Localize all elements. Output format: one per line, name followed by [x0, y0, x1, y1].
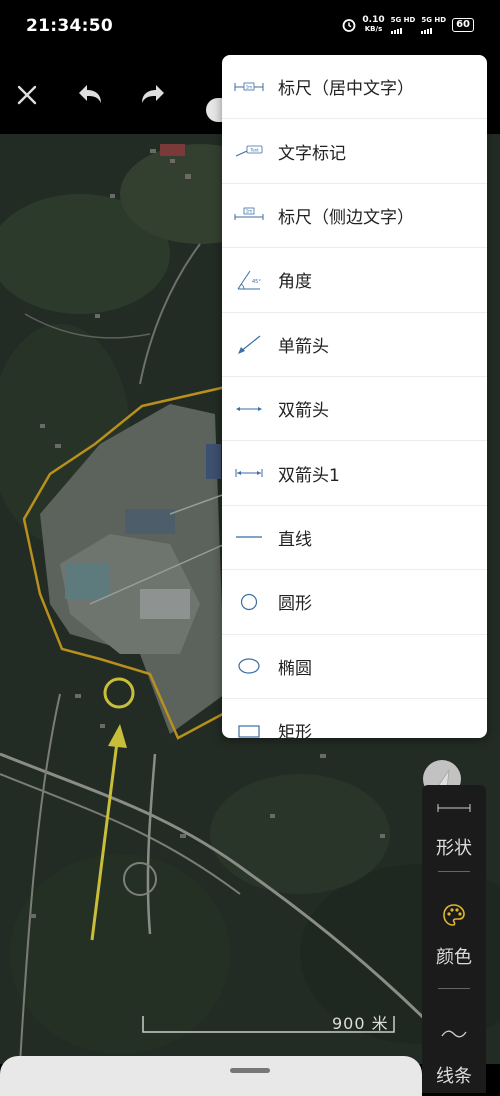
circle-icon [240, 593, 258, 610]
panel-divider [438, 988, 470, 989]
scale-text: 900 米 [332, 1014, 389, 1033]
menu-item-label: 圆形 [278, 594, 312, 615]
network-2: 5G HD [421, 16, 446, 34]
menu-item-line[interactable]: 直线 [222, 506, 487, 571]
menu-item-label: 文字标记 [278, 143, 346, 164]
network-speed: 0.10 KB/s [362, 16, 384, 34]
palette-icon [443, 904, 465, 926]
undo-icon[interactable] [75, 80, 105, 110]
text-marker-icon: Text [235, 145, 263, 157]
menu-item-ruler-side[interactable]: 1m 标尺（侧边文字） [222, 184, 487, 249]
bottom-sheet[interactable] [0, 1056, 422, 1096]
speed-value: 0.10 [362, 15, 385, 25]
ruler-side-text-icon: 1m [234, 208, 264, 221]
wave-line-icon [441, 1030, 467, 1038]
speed-unit: KB/s [364, 25, 383, 33]
svg-text:Text: Text [249, 147, 259, 152]
color-tab[interactable]: 颜色 [422, 903, 486, 969]
color-label: 颜色 [436, 947, 472, 968]
svg-text:1m: 1m [246, 84, 253, 89]
line-tab[interactable]: 线条 [422, 1025, 486, 1088]
double-arrow-1-icon [235, 469, 263, 478]
menu-item-double-arrow[interactable]: 双箭头 [222, 377, 487, 442]
menu-item-angle[interactable]: 45° 角度 [222, 248, 487, 313]
menu-item-label: 标尺（侧边文字） [278, 207, 414, 228]
menu-item-text-marker[interactable]: Text 文字标记 [222, 119, 487, 184]
menu-item-label: 矩形 [278, 723, 312, 738]
double-arrow-icon [236, 406, 262, 411]
single-arrow-icon [238, 335, 261, 355]
panel-divider [438, 871, 470, 872]
menu-item-label: 单箭头 [278, 336, 329, 357]
network-2-label: 5G HD [421, 16, 447, 24]
menu-item-label: 标尺（居中文字） [278, 79, 414, 100]
angle-icon: 45° [237, 270, 261, 290]
menu-item-circle[interactable]: 圆形 [222, 570, 487, 635]
shape-tab[interactable]: 形状 [422, 799, 486, 860]
menu-item-ellipse[interactable]: 椭圆 [222, 635, 487, 699]
signal-1-icon [390, 24, 416, 34]
status-time: 21:34:50 [26, 16, 113, 36]
redo-icon[interactable] [138, 80, 168, 110]
signal-2-icon [421, 24, 446, 34]
menu-item-rectangle[interactable]: 矩形 [222, 699, 487, 738]
menu-item-double-arrow-1[interactable]: 双箭头1 [222, 441, 487, 506]
shape-label: 形状 [436, 838, 472, 859]
menu-item-ruler-center[interactable]: 1m 标尺（居中文字） [222, 55, 487, 120]
menu-item-label: 椭圆 [278, 658, 312, 679]
menu-item-label: 双箭头1 [278, 465, 340, 486]
shape-menu: 1m 标尺（居中文字） Text 文字标记 1m 标尺（侧边文字） 45° 角度… [222, 55, 487, 738]
alarm-icon [342, 19, 356, 32]
menu-item-single-arrow[interactable]: 单箭头 [222, 313, 487, 377]
close-icon[interactable] [12, 80, 42, 110]
menu-item-label: 角度 [278, 272, 312, 293]
line-icon [236, 536, 262, 539]
ruler-center-text-icon: 1m [234, 82, 264, 91]
status-icons: 0.10 KB/s 5G HD 5G HD 60 [342, 16, 474, 34]
line-label: 线条 [436, 1066, 472, 1087]
menu-item-label: 直线 [278, 529, 312, 550]
rectangle-icon [238, 724, 260, 738]
style-side-panel: 形状 颜色 线条 [422, 785, 486, 1093]
network-1: 5G HD [390, 16, 416, 34]
status-bar: 21:34:50 0.10 KB/s 5G HD 5G HD 60 [0, 0, 500, 54]
network-1-label: 5G HD [390, 16, 416, 24]
ellipse-icon [238, 658, 260, 674]
battery-icon: 60 [452, 18, 474, 32]
ruler-shape-icon [437, 804, 471, 812]
menu-item-label: 双箭头 [278, 401, 329, 422]
svg-text:1m: 1m [246, 209, 253, 214]
sheet-handle[interactable] [230, 1068, 270, 1073]
svg-text:45°: 45° [252, 279, 261, 285]
